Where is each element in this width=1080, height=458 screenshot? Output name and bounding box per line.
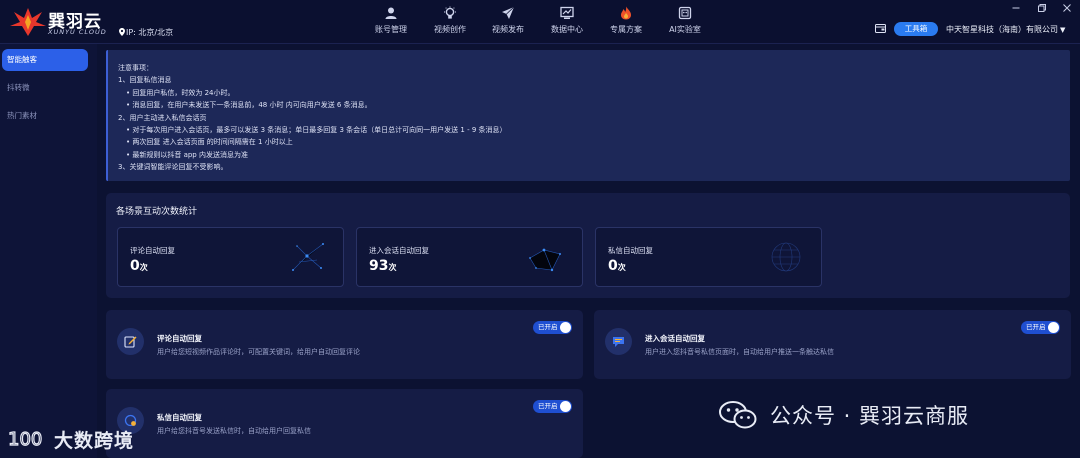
watermark-logo-icon: 100 [8, 428, 43, 450]
nav-exclusive-plan[interactable]: 专属方案 [596, 0, 656, 44]
toggle-knob [1048, 322, 1059, 333]
nav-label: 账号管理 [375, 25, 407, 34]
feature-card-comment-reply: 评论自动回复 用户给您短视频作品评论时，可配置关键词，给用户自动回复评论 已开启 [106, 310, 583, 379]
feature-description: 用户进入您抖音号私信页面时，自动给用户推送一条触达私信 [645, 348, 834, 356]
stat-card-dm-reply: 私信自动回复 0次 [595, 227, 822, 287]
send-icon [502, 6, 515, 19]
watermark-logo-text: 100 [8, 429, 42, 450]
stats-title: 各场景互动次数统计 [116, 207, 198, 217]
stat-label: 评论自动回复 [130, 246, 175, 255]
close-icon[interactable] [1062, 3, 1072, 13]
notice-line: 3、关键词智能评论回复不受影响。 [118, 163, 228, 172]
company-name: 中天智星科技（海南）有限公司 [946, 25, 1058, 34]
stat-number: 0 [608, 258, 618, 274]
chevron-down-icon: ▼ [1060, 26, 1066, 34]
restore-icon[interactable] [1037, 3, 1047, 13]
ip-location: IP: 北京/北京 [119, 27, 173, 38]
feature-icon-wrap [605, 328, 632, 355]
stat-value: 93次 [369, 258, 396, 274]
notice-line: 1、回复私信消息 [118, 76, 172, 85]
nav-label: 数据中心 [551, 25, 583, 34]
network-decoration-icon [292, 243, 324, 271]
toggle-knob [560, 322, 571, 333]
sidebar: 智能触客 抖转微 热门素材 [0, 44, 97, 458]
watermark-text: 大数跨境 [54, 430, 135, 452]
feature-card-dm-reply: 私信自动回复 用户给您抖音号发送私信时，自动给用户回复私信 已开启 [106, 389, 583, 458]
notice-panel: 注意事项： 1、回复私信消息 • 回复用户私信，时效为 24小时。 • 消息回复… [106, 50, 1070, 181]
notice-line: • 最新规则以抖音 app 内发送消息为准 [126, 150, 248, 159]
stat-number: 0 [130, 258, 140, 274]
feature-card-session-reply: 进入会话自动回复 用户进入您抖音号私信页面时，自动给用户推送一条触达私信 已开启 [594, 310, 1071, 379]
flame-icon [621, 6, 631, 20]
bulb-icon [444, 6, 456, 19]
notice-line: • 对于每次用户进入会话页，最多可以发送 3 条消息；单日最多回复 3 条会话（… [126, 126, 507, 135]
notice-heading: 注意事项： [118, 64, 153, 72]
nav-label: AI实验室 [669, 25, 701, 34]
user-icon [385, 7, 397, 19]
brand-logo[interactable]: 巽羽云 XUNYU CLOUD [8, 4, 113, 40]
toggle-label: 已开启 [1026, 323, 1046, 331]
nav-label: 视频创作 [434, 25, 466, 34]
notice-line: 2、用户主动进入私信会话页 [118, 113, 207, 122]
top-bar: 巽羽云 XUNYU CLOUD IP: 北京/北京 账号管理 视频创作 视频发布… [0, 0, 1080, 44]
toggle-label: 已开启 [538, 323, 558, 331]
notice-line: • 回复用户私信，时效为 24小时。 [126, 88, 235, 97]
sidebar-item-hot-materials[interactable]: 热门素材 [2, 105, 88, 127]
toolbox-button[interactable]: 工具箱 [894, 22, 938, 36]
ip-label: IP: 北京/北京 [126, 28, 174, 37]
stat-card-comment-reply: 评论自动回复 0次 [117, 227, 344, 287]
stat-unit: 次 [388, 263, 397, 272]
feature-title: 进入会话自动回复 [645, 334, 705, 343]
feature-title: 评论自动回复 [157, 334, 202, 343]
stat-value: 0次 [608, 258, 626, 274]
toggle-label: 已开启 [538, 402, 558, 410]
company-selector[interactable]: 中天智星科技（海南）有限公司 ▼ [946, 24, 1065, 35]
nav-data-center[interactable]: 数据中心 [537, 0, 597, 44]
dm-reply-toggle[interactable]: 已开启 [533, 400, 572, 413]
logo-mark-icon [10, 8, 46, 36]
nav-ai-lab[interactable]: AI实验室 [655, 0, 715, 44]
stat-label: 进入会话自动回复 [369, 246, 429, 255]
chat-icon [613, 337, 624, 347]
sidebar-item-douyin-to-wechat[interactable]: 抖转微 [2, 77, 88, 99]
nav-account-management[interactable]: 账号管理 [361, 0, 421, 44]
stat-unit: 次 [617, 263, 626, 272]
nav-video-publish[interactable]: 视频发布 [478, 0, 538, 44]
feature-title: 私信自动回复 [157, 413, 202, 422]
stat-card-session-reply: 进入会话自动回复 93次 [356, 227, 583, 287]
feature-description: 用户给您短视频作品评论时，可配置关键词，给用户自动回复评论 [157, 348, 360, 356]
stat-unit: 次 [139, 263, 148, 272]
minimize-icon[interactable] [1011, 3, 1021, 13]
globe-decoration-icon [771, 242, 801, 272]
stat-label: 私信自动回复 [608, 246, 653, 255]
brand-subtitle: XUNYU CLOUD [48, 28, 107, 36]
robot-icon [678, 6, 692, 20]
sidebar-item-smart-reach[interactable]: 智能触客 [2, 49, 88, 71]
watermark-text: 公众号 · 巽羽云商服 [770, 404, 970, 428]
stat-value: 0次 [130, 258, 148, 274]
notice-line: • 两次回复 进入会话页面 的时间间隔需在 1 小时以上 [126, 138, 293, 147]
chart-icon [560, 6, 574, 19]
nav-video-creation[interactable]: 视频创作 [420, 0, 480, 44]
nav-label: 视频发布 [492, 25, 524, 34]
comment-reply-toggle[interactable]: 已开启 [533, 321, 572, 334]
location-pin-icon [119, 28, 125, 36]
notice-line: • 消息回复，在用户未发送下一条消息前，48 小时 内可向用户发送 6 条消息。 [126, 101, 372, 110]
wallet-icon[interactable] [875, 24, 886, 33]
edit-icon [124, 336, 137, 348]
nav-label: 专属方案 [610, 25, 642, 34]
feature-description: 用户给您抖音号发送私信时，自动给用户回复私信 [157, 427, 311, 435]
wechat-icon [719, 401, 757, 429]
feature-icon-wrap [117, 328, 144, 355]
session-reply-toggle[interactable]: 已开启 [1021, 321, 1060, 334]
network-decoration-icon [529, 248, 561, 272]
stat-number: 93 [369, 258, 389, 274]
interaction-stats-panel: 各场景互动次数统计 评论自动回复 0次 进入会话自动回复 93次 私信自动回复 … [106, 193, 1070, 298]
toggle-knob [560, 401, 571, 412]
